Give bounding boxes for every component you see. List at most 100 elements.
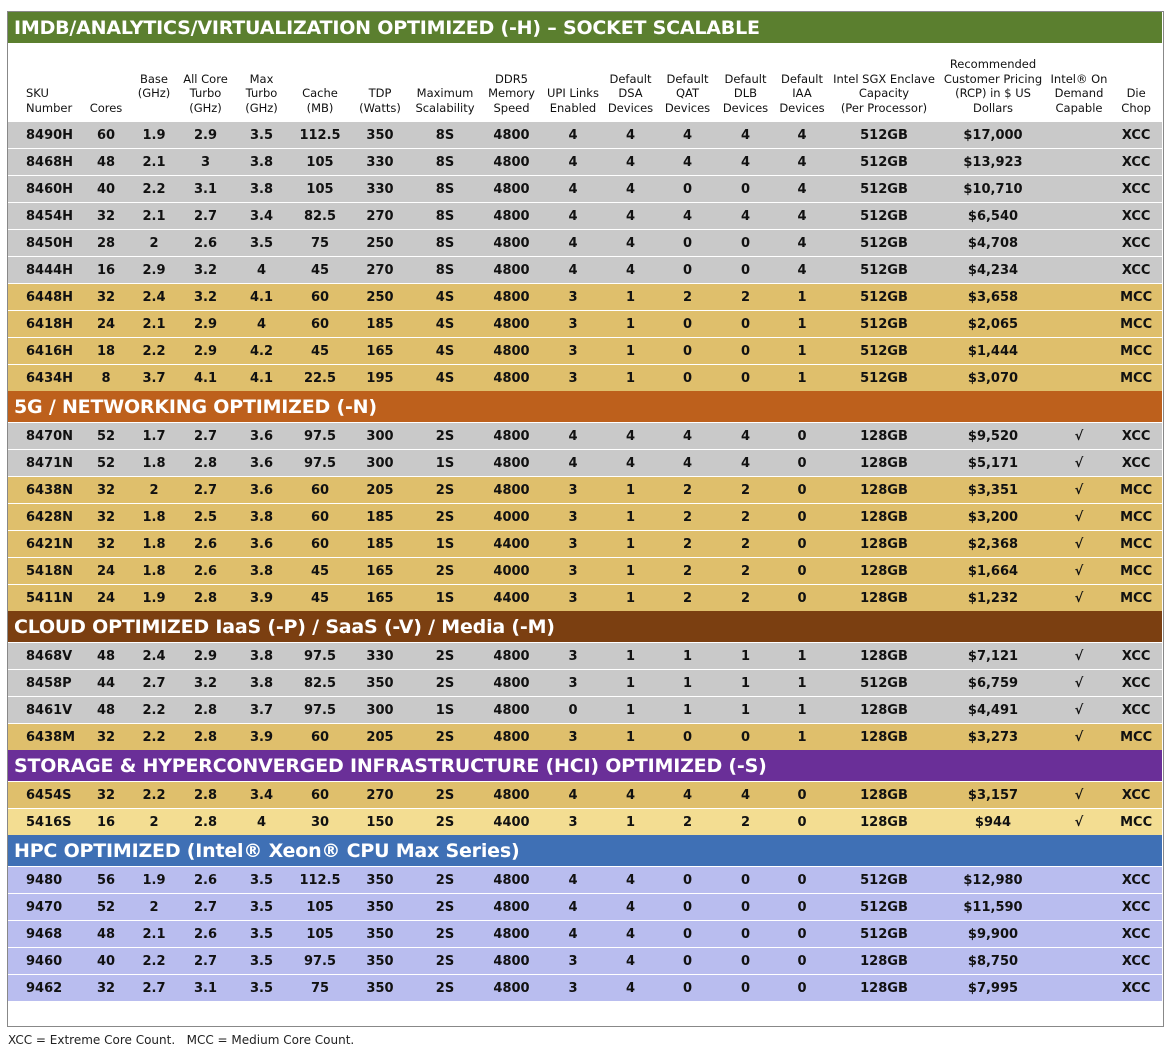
- cell-dlb: 2: [717, 476, 774, 504]
- cell-max-scalability: 2S: [410, 947, 480, 975]
- cell-max-scalability: 4S: [410, 337, 480, 365]
- cell-upi-links: 4: [543, 121, 603, 149]
- cell-qat: 0: [658, 723, 717, 750]
- cell-iaa: 0: [774, 476, 830, 504]
- cell-max-turbo: 3.8: [233, 503, 290, 531]
- cell-tdp: 195: [350, 364, 410, 391]
- cell-sgx-capacity: 128GB: [830, 781, 938, 809]
- cell-max-turbo: 4: [233, 310, 290, 338]
- cell-rcp-price: $9,900: [938, 920, 1048, 948]
- cell-max-turbo: 4.1: [233, 364, 290, 391]
- cell-dlb: 1: [717, 669, 774, 697]
- cell-rcp-price: $10,710: [938, 175, 1048, 203]
- cell-ddr5-speed: 4800: [480, 148, 543, 176]
- cell-die-chop: XCC: [1110, 781, 1163, 809]
- cell-max-turbo: 3.6: [233, 449, 290, 477]
- column-header-rcp-price: Recommended Customer Pricing (RCP) in $ …: [943, 57, 1043, 115]
- cell-rcp-price: $3,157: [938, 781, 1048, 809]
- cell-sku: 6434H: [8, 364, 82, 391]
- cell-cores: 16: [82, 256, 130, 284]
- cell-dsa: 1: [603, 723, 658, 750]
- cell-tdp: 250: [350, 229, 410, 257]
- cell-sku: 9460: [8, 947, 82, 975]
- cell-max-turbo: 3.5: [233, 893, 290, 921]
- cell-cache: 105: [290, 893, 350, 921]
- cell-sku: 9470: [8, 893, 82, 921]
- cell-dsa: 1: [603, 337, 658, 365]
- cell-dsa: 1: [603, 283, 658, 311]
- cell-on-demand: [1048, 256, 1110, 284]
- cell-cache: 30: [290, 808, 350, 835]
- cell-cores: 8: [82, 364, 130, 391]
- cell-die-chop: XCC: [1110, 202, 1163, 230]
- cell-rcp-price: $3,200: [938, 503, 1048, 531]
- cell-cache: 97.5: [290, 449, 350, 477]
- cell-qat: 0: [658, 175, 717, 203]
- cell-qat: 0: [658, 229, 717, 257]
- cell-on-demand: [1048, 121, 1110, 149]
- column-header-upi-links: UPI Links Enabled: [547, 86, 599, 115]
- cell-iaa: 1: [774, 669, 830, 697]
- cell-ddr5-speed: 4800: [480, 175, 543, 203]
- cell-upi-links: 3: [543, 974, 603, 1001]
- cell-max-turbo: 3.5: [233, 121, 290, 149]
- cell-dsa: 1: [603, 364, 658, 391]
- cell-upi-links: 3: [543, 947, 603, 975]
- cell-max-turbo: 3.8: [233, 642, 290, 670]
- cell-rcp-price: $3,070: [938, 364, 1048, 391]
- table-row: 6448H 32 2.4 3.2 4.1 60 250 4S 4800 3 1 2 2 1 512GB $3,…: [8, 283, 1163, 311]
- cell-tdp: 185: [350, 530, 410, 558]
- cell-on-demand: [1048, 947, 1110, 975]
- cell-upi-links: 4: [543, 256, 603, 284]
- cell-base-ghz: 2.4: [130, 283, 178, 311]
- cell-on-demand: [1048, 893, 1110, 921]
- cell-on-demand: [1048, 175, 1110, 203]
- cell-qat: 4: [658, 781, 717, 809]
- cell-tdp: 350: [350, 669, 410, 697]
- cell-iaa: 1: [774, 723, 830, 750]
- cell-qat: 2: [658, 476, 717, 504]
- cell-max-scalability: 2S: [410, 893, 480, 921]
- cell-rcp-price: $17,000: [938, 121, 1048, 149]
- cell-on-demand: [1048, 974, 1110, 1001]
- cell-cache: 112.5: [290, 866, 350, 894]
- cell-iaa: 4: [774, 175, 830, 203]
- cell-all-core-turbo: 2.7: [178, 202, 233, 230]
- cell-iaa: 0: [774, 584, 830, 611]
- cell-upi-links: 3: [543, 337, 603, 365]
- cell-on-demand: [1048, 337, 1110, 365]
- cell-cache: 60: [290, 503, 350, 531]
- cell-dlb: 0: [717, 256, 774, 284]
- cell-die-chop: MCC: [1110, 503, 1163, 531]
- cell-sku: 9480: [8, 866, 82, 894]
- cell-max-scalability: 1S: [410, 449, 480, 477]
- cell-tdp: 330: [350, 642, 410, 670]
- cell-sku: 8490H: [8, 121, 82, 149]
- table-row: 8470N 52 1.7 2.7 3.6 97.5 300 2S 4800 4 4 4 4 0 128GB $…: [8, 422, 1163, 450]
- cell-all-core-turbo: 3.2: [178, 669, 233, 697]
- cell-max-turbo: 3.5: [233, 866, 290, 894]
- cell-dsa: 1: [603, 557, 658, 585]
- cell-all-core-turbo: 2.9: [178, 121, 233, 149]
- cell-upi-links: 3: [543, 530, 603, 558]
- cell-cache: 45: [290, 337, 350, 365]
- cell-tdp: 330: [350, 148, 410, 176]
- cell-iaa: 0: [774, 974, 830, 1001]
- cell-cores: 52: [82, 422, 130, 450]
- cell-dsa: 4: [603, 974, 658, 1001]
- cell-base-ghz: 2.7: [130, 669, 178, 697]
- cell-all-core-turbo: 2.9: [178, 337, 233, 365]
- table-row: 5418N 24 1.8 2.6 3.8 45 165 2S 4000 3 1 2 2 0 128GB $1,…: [8, 557, 1163, 585]
- cell-sgx-capacity: 512GB: [830, 669, 938, 697]
- cell-tdp: 350: [350, 121, 410, 149]
- cell-upi-links: 3: [543, 669, 603, 697]
- table-row: 6416H 18 2.2 2.9 4.2 45 165 4S 4800 3 1 0 0 1 512GB $1,…: [8, 337, 1163, 365]
- cell-max-scalability: 2S: [410, 503, 480, 531]
- cell-sku: 8444H: [8, 256, 82, 284]
- cell-dsa: 1: [603, 530, 658, 558]
- cell-cache: 45: [290, 256, 350, 284]
- cell-sku: 8470N: [8, 422, 82, 450]
- cell-rcp-price: $2,368: [938, 530, 1048, 558]
- cell-dlb: 4: [717, 781, 774, 809]
- cell-on-demand: √: [1048, 557, 1110, 585]
